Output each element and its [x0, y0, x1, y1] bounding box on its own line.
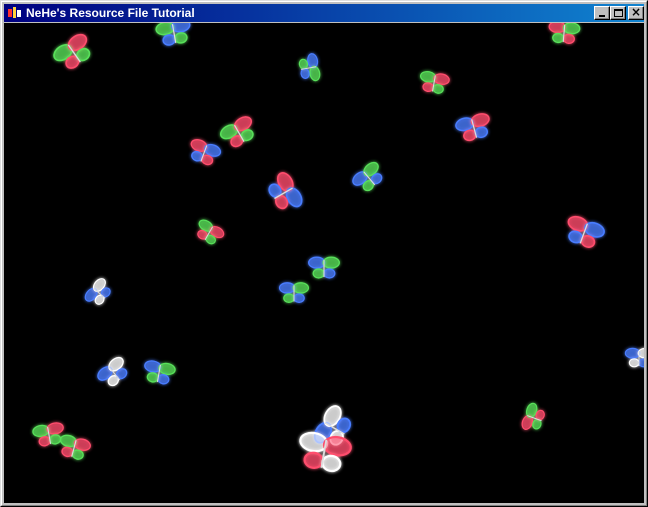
- opengl-canvas[interactable]: [4, 23, 644, 503]
- butterfly-sprite: [567, 215, 605, 248]
- minimize-button[interactable]: [594, 6, 610, 20]
- close-button[interactable]: ×: [628, 5, 644, 20]
- butterfly-sprite: [59, 434, 91, 460]
- window-title: NeHe's Resource File Tutorial: [26, 6, 195, 20]
- close-icon: ×: [630, 5, 642, 19]
- butterfly-sprite: [97, 356, 128, 387]
- butterfly-sprite: [308, 256, 340, 279]
- butterfly-sprite: [53, 33, 91, 69]
- application-window: NeHe's Resource File Tutorial ×: [0, 0, 648, 507]
- title-bar[interactable]: NeHe's Resource File Tutorial ×: [4, 4, 644, 22]
- butterfly-sprite: [190, 139, 222, 166]
- butterfly-sprite: [219, 116, 254, 148]
- butterfly-sprite: [455, 113, 490, 142]
- butterfly-sprite: [278, 282, 310, 303]
- butterfly-sprite: [144, 360, 176, 385]
- maximize-button[interactable]: [610, 6, 626, 20]
- butterfly-sprite: [298, 53, 321, 82]
- minimize-icon: [599, 15, 605, 17]
- butterfly-sprite: [197, 219, 225, 245]
- butterfly-scene: [32, 23, 644, 473]
- butterfly-sprite: [32, 422, 64, 447]
- butterfly-sprite: [352, 161, 383, 192]
- butterfly-sprite: [84, 278, 111, 305]
- butterfly-sprite: [521, 402, 545, 430]
- butterfly-sprite: [548, 23, 581, 45]
- butterfly-sprite: [624, 347, 644, 368]
- butterfly-sprite: [268, 172, 303, 210]
- app-icon: [8, 7, 21, 18]
- butterfly-sprite: [155, 23, 191, 46]
- butterfly-sprite: [419, 70, 450, 94]
- maximize-icon: [614, 9, 623, 17]
